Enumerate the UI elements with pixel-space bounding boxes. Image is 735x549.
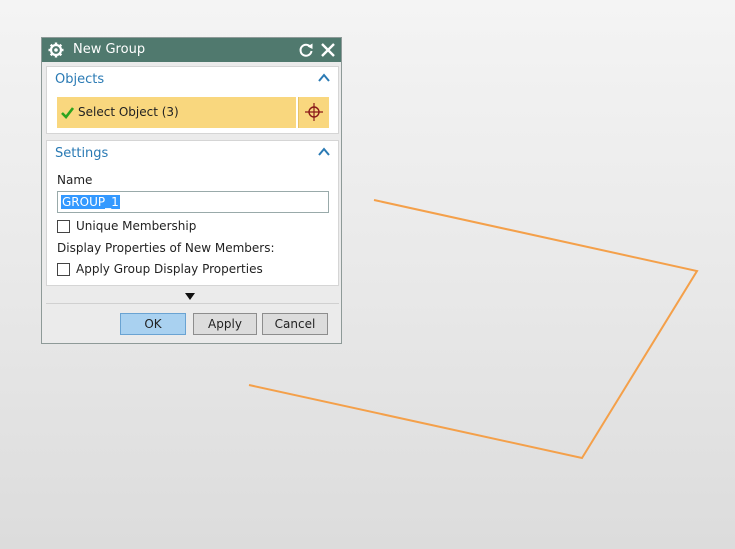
gear-icon [48,42,64,58]
select-object-row[interactable]: Select Object (3) [57,97,296,128]
collapse-chevron-icon[interactable] [318,147,330,157]
apply-button[interactable]: Apply [193,313,257,335]
name-input[interactable]: GROUP_1 [57,191,329,213]
apply-group-display-checkbox[interactable] [57,262,70,276]
unique-membership-option[interactable]: Unique Membership [57,219,196,233]
settings-section-header[interactable]: Settings [47,141,338,165]
name-input-value: GROUP_1 [61,195,120,209]
crosshair-icon [305,103,323,121]
checkmark-icon [61,107,74,119]
ok-button[interactable]: OK [120,313,186,335]
crosshair-select-button[interactable] [298,97,329,128]
apply-group-display-option[interactable]: Apply Group Display Properties [57,262,263,276]
reset-icon[interactable] [298,42,314,58]
new-group-dialog: New Group Objects Select Object (3) Sett… [41,37,342,344]
select-object-label: Select Object (3) [78,105,179,119]
more-options-arrow-icon[interactable] [185,293,195,300]
objects-section-header[interactable]: Objects [47,67,338,91]
settings-section: Settings Name GROUP_1 Unique Membership … [46,140,339,286]
name-label: Name [57,173,93,187]
unique-membership-checkbox[interactable] [57,219,70,233]
collapse-chevron-icon[interactable] [318,73,330,83]
divider [46,303,339,304]
settings-section-title: Settings [55,146,109,161]
objects-section: Objects Select Object (3) [46,66,339,134]
apply-group-display-label: Apply Group Display Properties [76,262,263,276]
display-properties-label: Display Properties of New Members: [57,241,275,255]
dialog-titlebar[interactable]: New Group [42,38,341,62]
cancel-button[interactable]: Cancel [262,313,328,335]
close-icon[interactable] [320,42,336,58]
dialog-title: New Group [73,42,146,57]
unique-membership-label: Unique Membership [76,219,197,233]
objects-section-title: Objects [55,72,105,87]
